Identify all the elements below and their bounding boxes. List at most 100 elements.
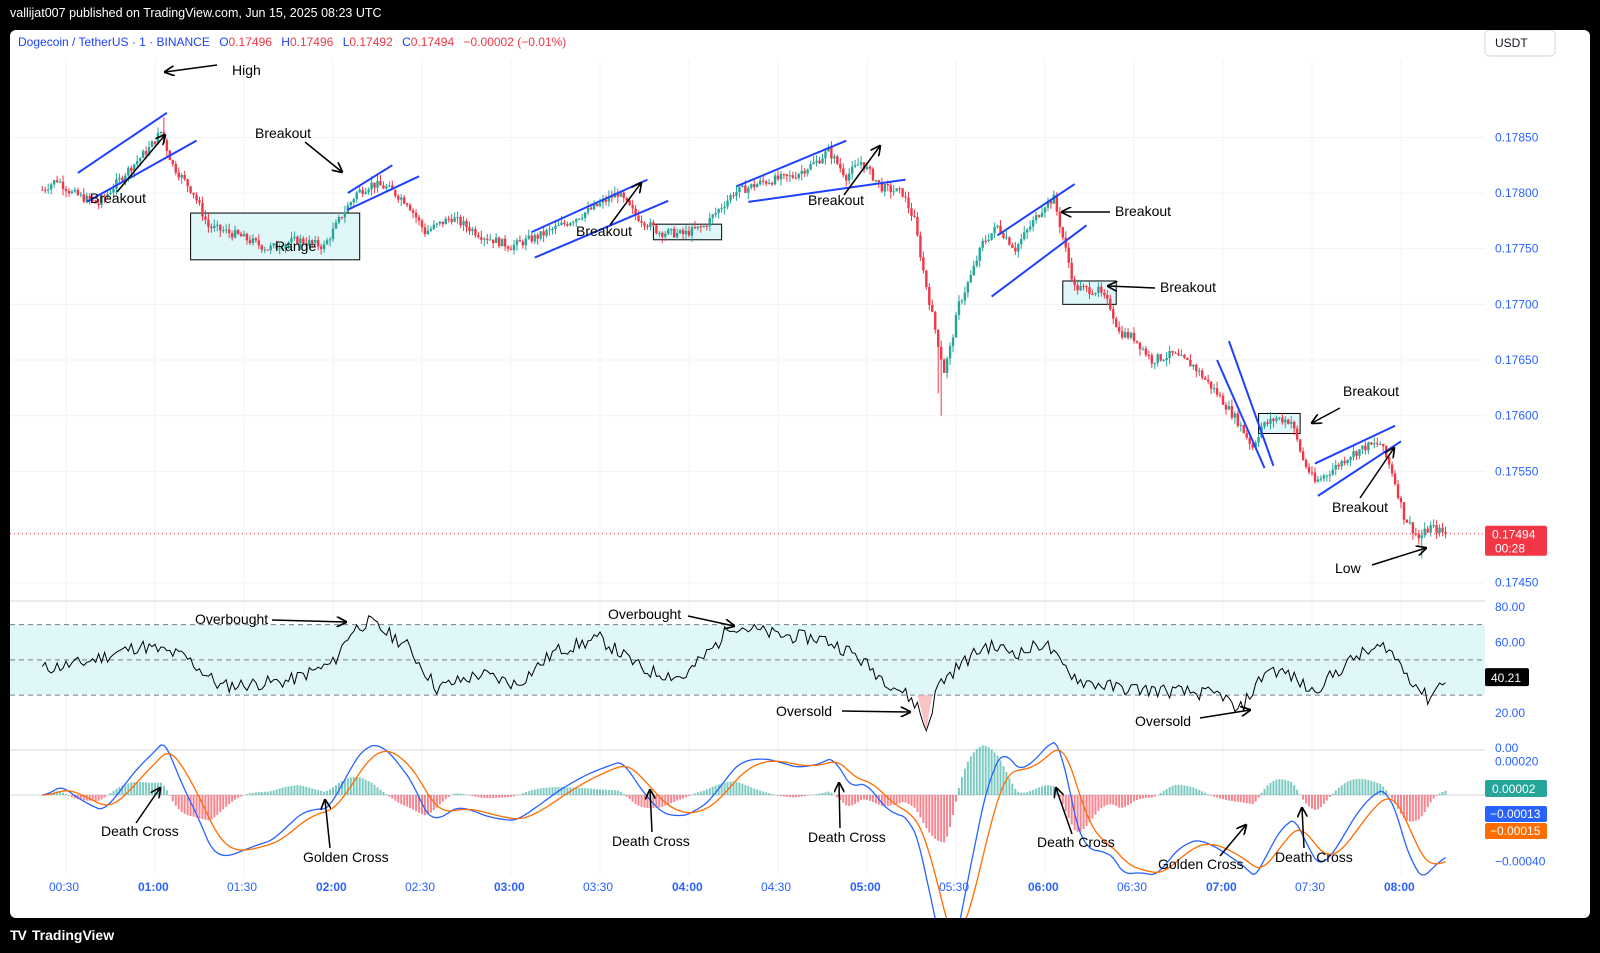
macd-histogram-bar (652, 795, 655, 809)
candle-body (1396, 484, 1400, 499)
candle-body (788, 175, 792, 177)
macd-histogram-bar (317, 790, 320, 795)
annotation-breakout: Breakout (808, 192, 864, 208)
candle-body (183, 174, 186, 180)
macd-histogram-bar (1135, 795, 1138, 801)
macd-histogram-bar (1340, 785, 1343, 795)
macd-histogram-bar (171, 795, 174, 802)
candle-body (500, 238, 504, 247)
macd-histogram-bar (62, 792, 65, 795)
chart-frame[interactable]: Dogecoin / TetherUS · 1 · BINANCE O0.174… (10, 30, 1590, 918)
candle-body (646, 225, 649, 228)
annotation-death-cross: Death Cross (1037, 834, 1115, 850)
candle-body (367, 189, 370, 193)
macd-histogram-bar (1094, 795, 1097, 815)
annotation-arrow (1199, 710, 1250, 719)
macd-histogram-bar (854, 795, 857, 804)
candle-body (901, 188, 904, 197)
price-chart-svg[interactable]: Dogecoin / TetherUS · 1 · BINANCE O0.174… (10, 30, 1590, 918)
candle-body (1129, 332, 1133, 338)
candle-body (637, 215, 640, 221)
macd-histogram-bar (1391, 795, 1394, 799)
macd-histogram-bar (1227, 795, 1230, 801)
candle-body (874, 180, 878, 182)
macd-histogram-bar (960, 777, 963, 795)
macd-histogram-bar (139, 781, 142, 795)
candle-body (411, 210, 415, 213)
annotation-breakout: Breakout (255, 125, 311, 141)
candle-body (569, 223, 572, 226)
candle-body (1103, 292, 1106, 295)
candle-body (527, 235, 530, 239)
candle-body (254, 238, 258, 241)
candle-body (468, 227, 471, 232)
candle-body (44, 189, 47, 191)
macd-histogram-bar (966, 761, 969, 795)
candle-body (705, 225, 708, 227)
candle-body (67, 191, 71, 194)
candle-body (1165, 358, 1168, 360)
candle-body (257, 240, 261, 246)
macd-histogram-bar (1011, 783, 1014, 795)
annotation-arrow (841, 711, 910, 712)
macd-histogram-bar (1233, 795, 1236, 802)
candle-body (794, 177, 797, 179)
candle-body (397, 195, 400, 200)
candle-body (539, 231, 542, 239)
candle-body (1144, 348, 1148, 355)
macd-histogram-bar (530, 790, 533, 795)
candle-body (761, 180, 765, 182)
macd-histogram-bar (542, 788, 545, 795)
macd-histogram-bar (367, 781, 370, 795)
candle-body (171, 160, 174, 165)
macd-histogram-bar (1426, 795, 1429, 808)
candle-body (174, 164, 177, 173)
candle-body (1257, 436, 1260, 443)
candle-body (1275, 418, 1278, 421)
candle-body (180, 174, 183, 178)
price-tick-label: 0.17700 (1495, 297, 1539, 311)
macd-histogram-bar (1144, 795, 1147, 799)
time-tick-label: 01:00 (138, 880, 169, 894)
candle-body (957, 301, 961, 315)
candle-body (195, 194, 198, 201)
candle-body (1183, 355, 1186, 358)
macd-histogram-bar (302, 786, 305, 795)
candle-body (204, 216, 207, 220)
range-box (652, 223, 723, 241)
candle-body (420, 220, 424, 228)
macd-histogram-bar (1165, 789, 1168, 795)
macd-histogram-bar (596, 789, 599, 795)
macd-histogram-bar (1091, 795, 1094, 819)
macd-histogram-bar (136, 781, 139, 795)
candle-body (1097, 286, 1100, 294)
macd-histogram-bar (474, 795, 477, 797)
published-byline: vallijat007 published on TradingView.com… (10, 6, 382, 20)
candle-body (548, 229, 551, 231)
macd-histogram-bar (607, 789, 610, 795)
macd-histogram-bar (145, 782, 148, 795)
candle-body (939, 346, 943, 360)
candle-body (150, 141, 154, 148)
macd-histogram-bar (272, 790, 275, 795)
macd-histogram-bar (492, 795, 495, 799)
tradingview-footer[interactable]: TV TradingView (10, 927, 114, 943)
candle-body (937, 329, 940, 347)
candle-body (429, 228, 433, 231)
candle-body (1209, 381, 1213, 389)
macd-histogram-bar (1236, 795, 1239, 802)
candle-body (797, 174, 800, 179)
candle-body (782, 174, 786, 176)
candle-body (942, 359, 946, 373)
candle-body (230, 233, 234, 238)
candle-body (945, 358, 949, 373)
candle-body (830, 147, 833, 159)
candle-body (1117, 327, 1121, 332)
macd-histogram-bar (109, 793, 112, 795)
macd-histogram-bar (1284, 779, 1287, 795)
macd-histogram-bar (866, 795, 868, 800)
macd-histogram-bar (949, 795, 952, 828)
macd-histogram-bar (266, 791, 269, 795)
macd-histogram-bar (210, 795, 213, 820)
candle-body (1073, 279, 1076, 285)
